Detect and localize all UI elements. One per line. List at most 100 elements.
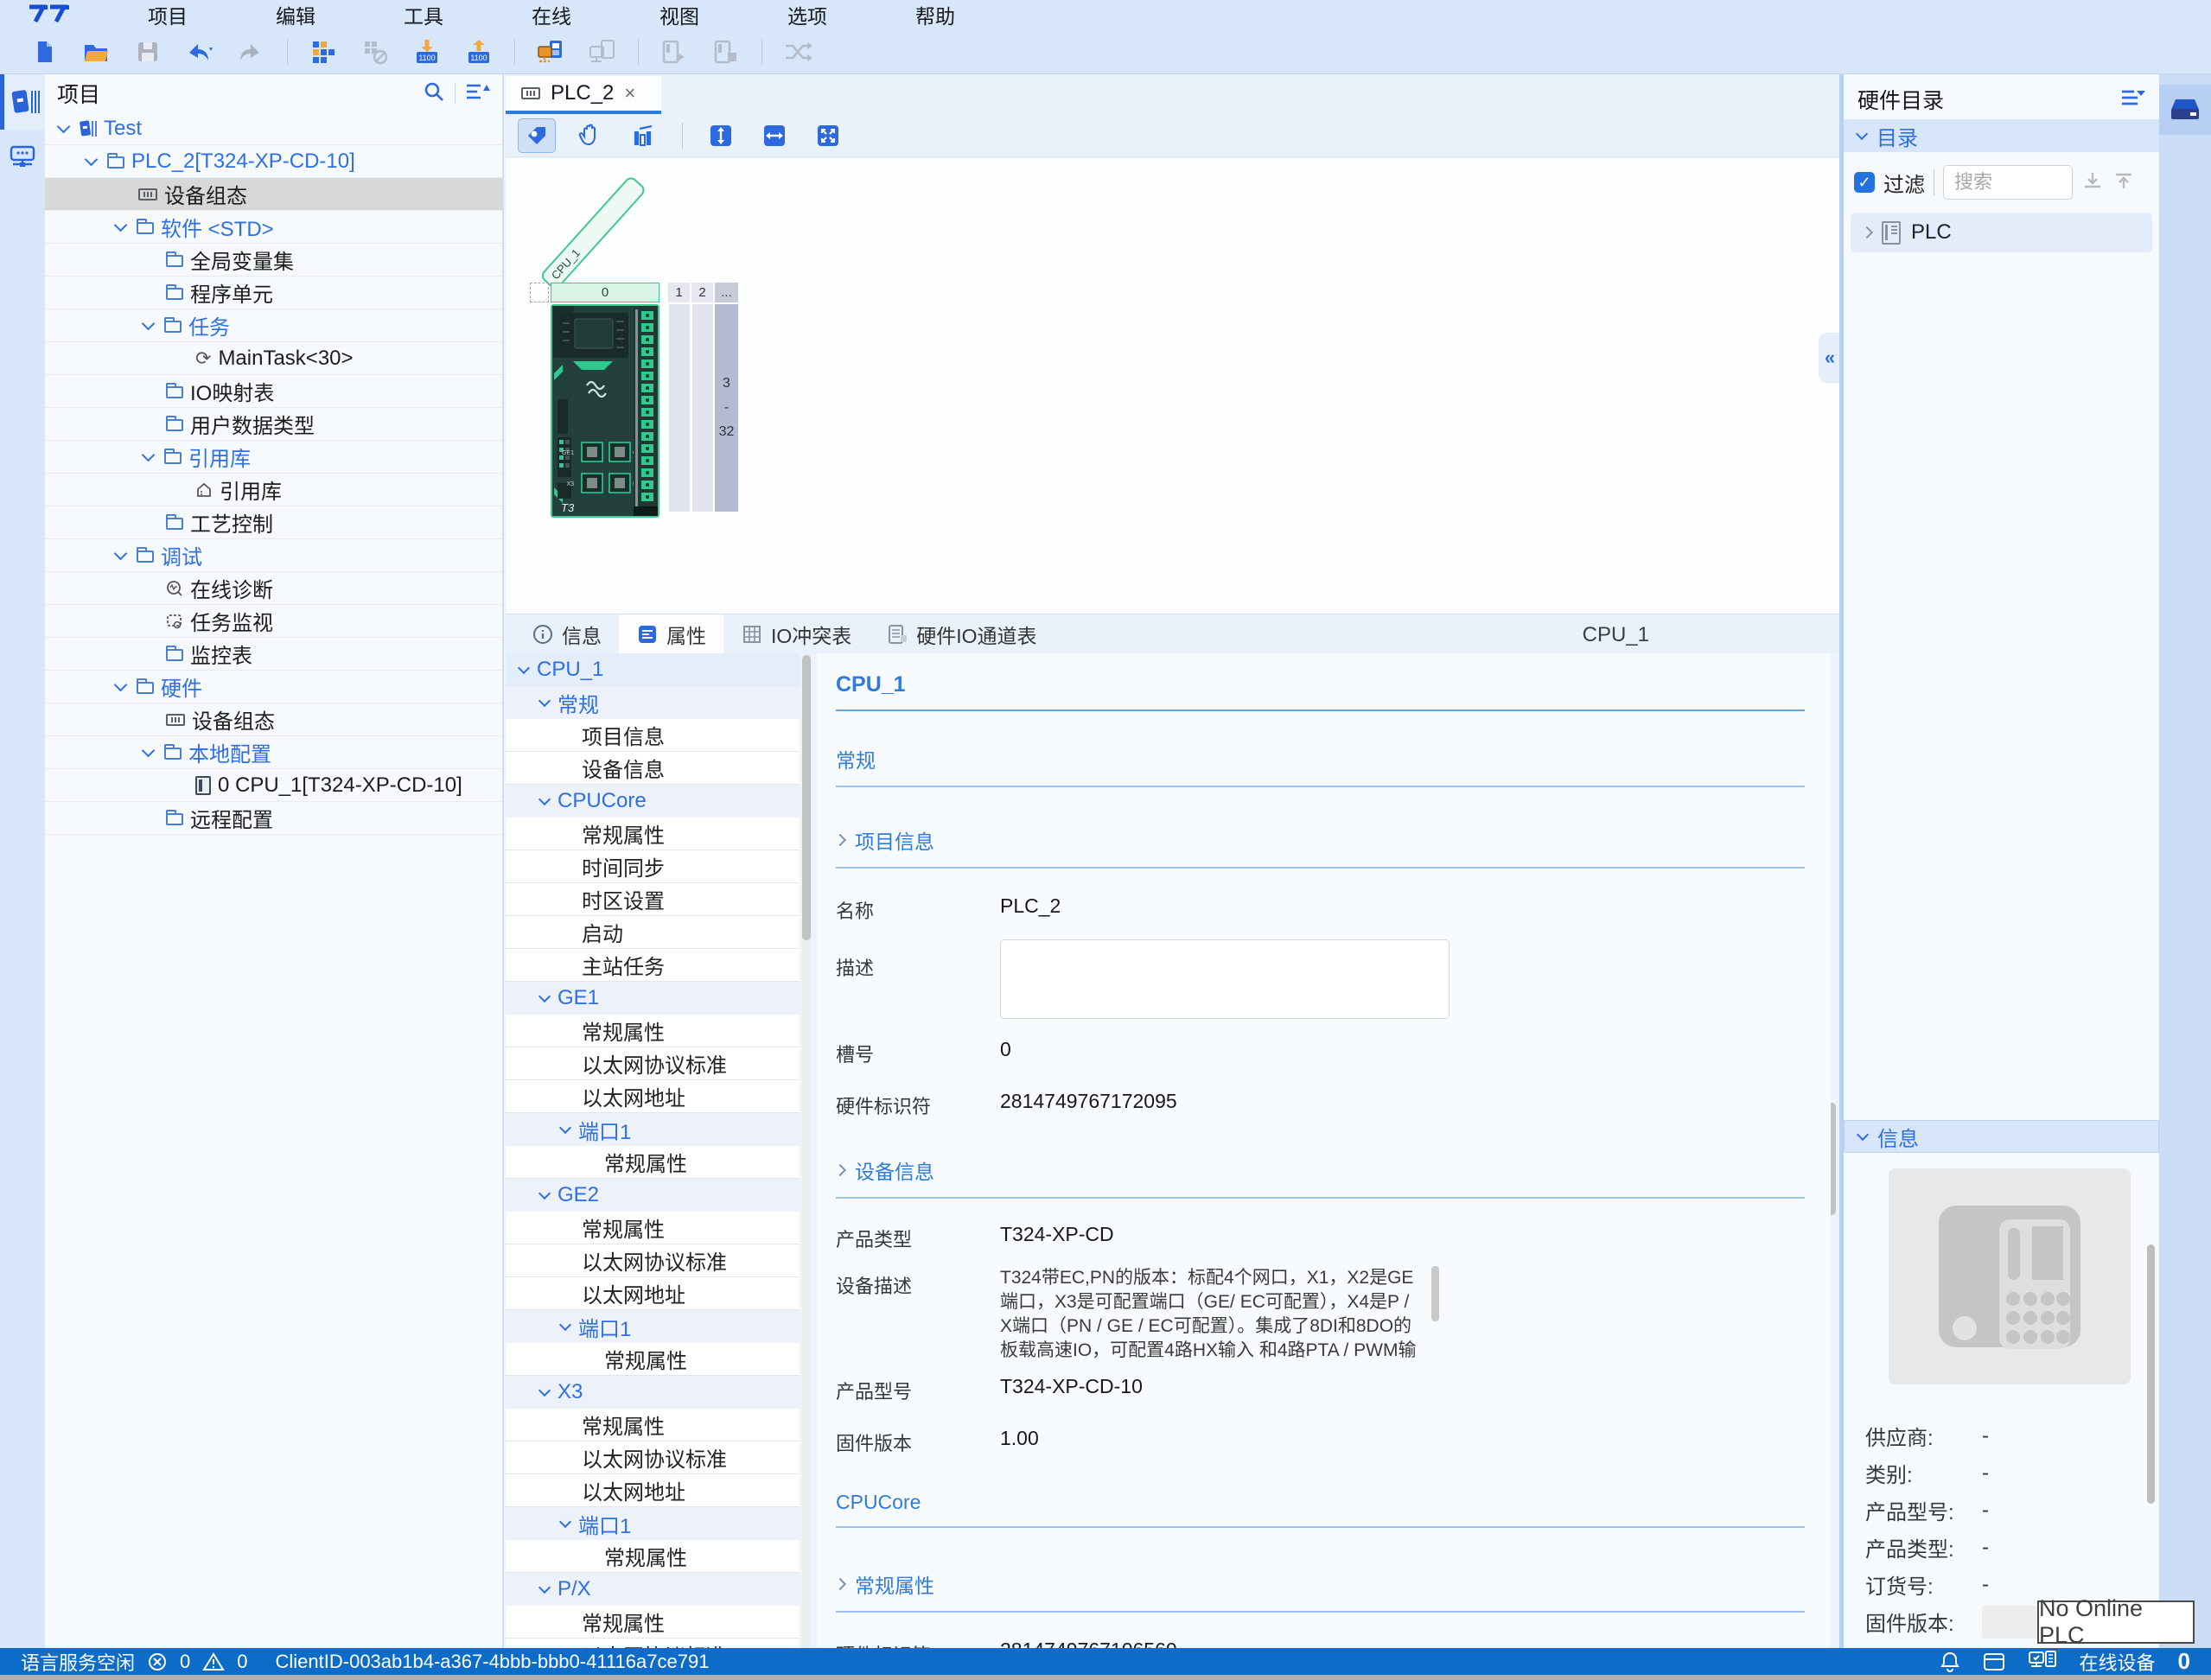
- prop-nav-ge2-general[interactable]: 常规属性: [506, 1212, 800, 1244]
- panel-layout-icon[interactable]: [1983, 1652, 2005, 1671]
- menu-help[interactable]: 帮助: [871, 0, 999, 29]
- prop-nav-general[interactable]: 常规: [506, 686, 800, 719]
- prop-nav-scrollbar[interactable]: [802, 653, 811, 1648]
- prop-nav-ge1-eth-addr[interactable]: 以太网地址: [506, 1080, 800, 1113]
- sort-icon[interactable]: [464, 80, 490, 107]
- tree-item-device-config-hw[interactable]: 设备组态: [45, 703, 502, 736]
- tab-io-conflicts[interactable]: IO冲突表: [723, 614, 869, 653]
- tab-properties[interactable]: 属性: [619, 614, 723, 653]
- prop-nav-x3[interactable]: X3: [506, 1376, 800, 1409]
- close-icon[interactable]: ×: [624, 82, 635, 105]
- prop-nav-x3-eth-std[interactable]: 以太网协议标准: [506, 1441, 800, 1474]
- prop-nav-ge1-eth-std[interactable]: 以太网协议标准: [506, 1047, 800, 1080]
- tree-item-device-config[interactable]: 设备组态: [45, 178, 502, 211]
- prop-nav-x3-port1[interactable]: 端口1: [506, 1507, 800, 1540]
- prop-nav-project-info[interactable]: 项目信息: [506, 719, 800, 752]
- logout-device-button[interactable]: [583, 34, 622, 70]
- bell-icon[interactable]: [1940, 1651, 1960, 1673]
- menu-tools[interactable]: 工具: [360, 0, 487, 29]
- tab-plc2[interactable]: PLC_2 ×: [506, 76, 661, 114]
- tree-item-program-units[interactable]: 程序单元: [45, 277, 502, 309]
- tree-item-software[interactable]: 软件 <STD>: [45, 211, 502, 244]
- prop-nav-cpucore[interactable]: CPUCore: [506, 785, 800, 818]
- tab-info[interactable]: 信息: [514, 614, 619, 653]
- prop-nav-x3-eth-addr[interactable]: 以太网地址: [506, 1474, 800, 1507]
- start-plc-button[interactable]: [654, 34, 694, 70]
- tree-item-watch-table[interactable]: 监控表: [45, 638, 502, 671]
- prop-nav-cpu1[interactable]: CPU_1: [506, 653, 800, 686]
- expand-all-icon[interactable]: [2081, 169, 2104, 196]
- menu-project[interactable]: 项目: [104, 0, 232, 29]
- rack-slot-1-header[interactable]: 1: [668, 283, 690, 302]
- fit-vertical-button[interactable]: [702, 118, 740, 153]
- tree-item-maintask[interactable]: ⟳MainTask<30>: [45, 342, 502, 375]
- prop-nav-px-general[interactable]: 常规属性: [506, 1606, 800, 1639]
- menu-view[interactable]: 视图: [615, 0, 743, 29]
- tree-item-global-vars[interactable]: 全局变量集: [45, 244, 502, 277]
- section-device-info[interactable]: 设备信息: [836, 1155, 1805, 1185]
- rack-slot-2-header[interactable]: 2: [691, 283, 713, 302]
- tree-item-online-diagnosis[interactable]: 在线诊断: [45, 572, 502, 605]
- collapse-all-icon[interactable]: [2112, 169, 2135, 196]
- hardware-catalog-strip-tab[interactable]: [2159, 85, 2211, 135]
- prop-nav-ge1-general[interactable]: 常规属性: [506, 1015, 800, 1047]
- info-panel-scrollbar[interactable]: [2147, 1158, 2155, 1642]
- tree-item-remote-config[interactable]: 远程配置: [45, 802, 502, 835]
- tree-item-hardware[interactable]: 硬件: [45, 671, 502, 703]
- tree-item-ref-lib[interactable]: 引用库: [45, 441, 502, 474]
- prop-nav-ge2-eth-std[interactable]: 以太网协议标准: [506, 1244, 800, 1277]
- scrollbar-thumb[interactable]: [1431, 1266, 1439, 1321]
- login-device-button[interactable]: [531, 34, 570, 70]
- compile-button[interactable]: [303, 34, 343, 70]
- redo-button[interactable]: [232, 34, 271, 70]
- prop-nav-master-task[interactable]: 主站任务: [506, 949, 800, 982]
- pan-tool-button[interactable]: [571, 118, 609, 153]
- prop-nav-x3-port1-general[interactable]: 常规属性: [506, 1540, 800, 1573]
- section-project-info[interactable]: 项目信息: [836, 825, 1805, 855]
- tree-item-cpu1[interactable]: 0 CPU_1[T324-XP-CD-10]: [45, 769, 502, 802]
- tree-item-ref-lib-node[interactable]: 引用库: [45, 474, 502, 506]
- fit-horizontal-button[interactable]: [755, 118, 793, 153]
- tree-item-local-config[interactable]: 本地配置: [45, 736, 502, 769]
- prop-nav-px-eth-std[interactable]: 以太网协议标准: [506, 1639, 800, 1648]
- menu-online[interactable]: 在线: [487, 0, 615, 29]
- catalog-search-input[interactable]: [1943, 165, 2073, 200]
- activity-network-tab[interactable]: [0, 130, 45, 185]
- new-project-button[interactable]: [24, 34, 64, 70]
- prop-nav-ge2-port1-general[interactable]: 常规属性: [506, 1343, 800, 1376]
- save-button[interactable]: [128, 34, 168, 70]
- tree-item-debug[interactable]: 调试: [45, 539, 502, 572]
- menu-edit[interactable]: 编辑: [232, 0, 360, 29]
- prop-nav-ge1[interactable]: GE1: [506, 982, 800, 1015]
- online-device-icon[interactable]: [2028, 1651, 2057, 1673]
- prop-nav-timezone[interactable]: 时区设置: [506, 883, 800, 916]
- undo-button[interactable]: [180, 34, 220, 70]
- tree-item-plc2[interactable]: PLC_2[T324-XP-CD-10]: [45, 145, 502, 178]
- tree-item-tasks[interactable]: 任务: [45, 309, 502, 342]
- tree-item-user-types[interactable]: 用户数据类型: [45, 408, 502, 441]
- upload-from-plc-button[interactable]: 1100: [459, 34, 499, 70]
- prop-nav-ge2[interactable]: GE2: [506, 1179, 800, 1212]
- search-icon[interactable]: [422, 80, 446, 108]
- catalog-section-header[interactable]: 目录: [1844, 119, 2159, 152]
- download-to-plc-button[interactable]: 1100: [407, 34, 447, 70]
- rack-slot-1-strip[interactable]: [668, 304, 690, 512]
- catalog-item-plc[interactable]: PLC: [1851, 213, 2152, 252]
- catalog-sort-icon[interactable]: [2119, 86, 2145, 113]
- columns-view-button[interactable]: [625, 118, 663, 153]
- select-tool-button[interactable]: [518, 118, 556, 153]
- tab-hw-io-channels[interactable]: 硬件IO通道表: [869, 614, 1054, 653]
- open-project-button[interactable]: [76, 34, 116, 70]
- plc-module-graphic[interactable]: GE1 GE2 X3 P/X T3: [551, 304, 659, 518]
- activity-project-tab[interactable]: [0, 74, 45, 130]
- description-input[interactable]: [1000, 939, 1450, 1019]
- prop-nav-device-info[interactable]: 设备信息: [506, 752, 800, 785]
- tree-item-task-monitor[interactable]: 任务监视: [45, 605, 502, 638]
- prop-nav-general-props[interactable]: 常规属性: [506, 818, 800, 850]
- filter-checkbox[interactable]: ✓: [1854, 172, 1875, 193]
- menu-options[interactable]: 选项: [743, 0, 871, 29]
- prop-nav-startup[interactable]: 启动: [506, 916, 800, 949]
- collapse-panel-handle[interactable]: «: [1819, 333, 1841, 383]
- tree-item-process-control[interactable]: 工艺控制: [45, 506, 502, 539]
- compile-all-button[interactable]: [355, 34, 395, 70]
